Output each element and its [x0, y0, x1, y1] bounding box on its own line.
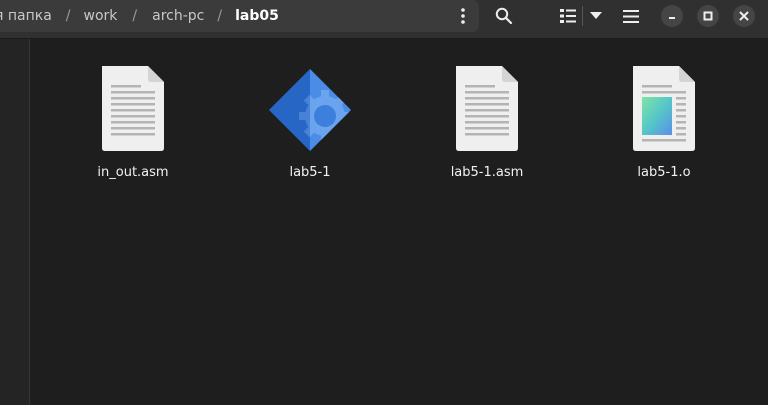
sidebar: [0, 39, 30, 405]
vertical-ellipsis-icon: [461, 8, 465, 24]
text-document-icon: [456, 66, 518, 151]
breadcrumb-arch-pc[interactable]: arch-pc: [152, 8, 204, 24]
maximize-button[interactable]: [697, 5, 719, 27]
search-button[interactable]: [490, 4, 518, 28]
file-item[interactable]: in_out.asm: [68, 64, 198, 180]
header-bar: я папка / work / arch-pc / lab05: [0, 0, 768, 39]
breadcrumb-separator: /: [65, 8, 71, 24]
file-item[interactable]: lab5-1.o: [599, 64, 729, 180]
text-document-icon: [102, 66, 164, 151]
triangle-down-icon: [590, 12, 602, 19]
search-icon: [495, 7, 513, 25]
executable-gear-icon: [269, 69, 351, 151]
file-item[interactable]: lab5-1: [245, 64, 375, 180]
file-name: lab5-1.asm: [450, 165, 524, 180]
close-icon: [739, 11, 749, 21]
list-view-icon: [560, 9, 576, 23]
view-button-divider: [582, 6, 583, 26]
view-options-dropdown-button[interactable]: [586, 4, 606, 28]
breadcrumb-lab05[interactable]: lab05: [235, 8, 279, 24]
file-name: lab5-1.o: [637, 165, 691, 180]
maximize-icon: [703, 11, 713, 21]
hamburger-icon: [623, 9, 639, 23]
view-toggle-button[interactable]: [556, 4, 580, 28]
minimize-button[interactable]: [661, 5, 683, 27]
minimize-icon: [669, 17, 675, 19]
breadcrumb-parent-folder[interactable]: я папка: [0, 8, 52, 24]
breadcrumb-separator: /: [132, 8, 138, 24]
breadcrumb-work[interactable]: work: [84, 8, 118, 24]
file-name: lab5-1: [289, 165, 331, 180]
object-file-icon: [633, 66, 695, 151]
breadcrumb-separator: /: [217, 8, 223, 24]
file-item[interactable]: lab5-1.asm: [422, 64, 552, 180]
main-menu-button[interactable]: [619, 4, 643, 28]
path-menu-button[interactable]: [452, 5, 474, 27]
path-bar: я папка / work / arch-pc / lab05: [0, 0, 479, 32]
file-name: in_out.asm: [97, 165, 169, 180]
close-button[interactable]: [733, 5, 755, 27]
